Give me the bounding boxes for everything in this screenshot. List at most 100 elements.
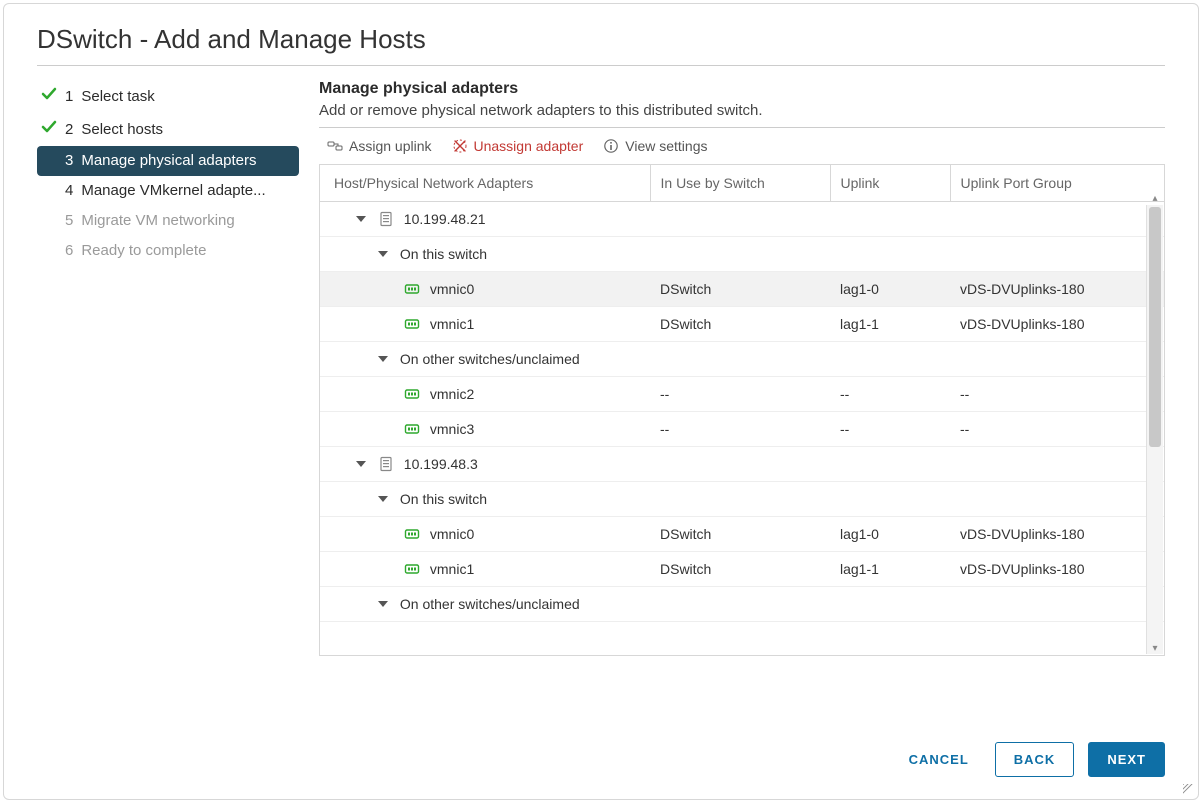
cell-uplink: lag1-1 [830, 307, 950, 342]
adapter-name: vmnic3 [430, 421, 474, 437]
group-label: On other switches/unclaimed [400, 351, 580, 367]
cell-in-use: DSwitch [650, 517, 830, 552]
wizard-step-index: 1 [65, 88, 73, 106]
expand-toggle-icon[interactable] [378, 601, 388, 607]
cell-uplink: lag1-1 [830, 552, 950, 587]
col-header-port-group[interactable]: Uplink Port Group [950, 165, 1164, 202]
assign-uplink-button[interactable]: Assign uplink [327, 138, 432, 154]
table-toolbar: Assign uplink Unassign adapter View sett… [319, 128, 1165, 164]
next-button[interactable]: NEXT [1088, 742, 1165, 777]
info-icon [603, 138, 619, 154]
adapter-name: vmnic2 [430, 386, 474, 402]
scroll-down-icon[interactable]: ▾ [1147, 641, 1163, 655]
expand-toggle-icon[interactable] [378, 251, 388, 257]
expand-toggle-icon[interactable] [356, 216, 366, 222]
col-header-uplink[interactable]: Uplink [830, 165, 950, 202]
check-icon [41, 86, 57, 107]
cancel-button[interactable]: CANCEL [897, 742, 981, 777]
wizard-step-migrate-vm-networking: 5 Migrate VM networking [37, 206, 299, 236]
adapter-name: vmnic0 [430, 281, 474, 297]
dialog-title: DSwitch - Add and Manage Hosts [37, 24, 1165, 66]
group-row-on-other[interactable]: On other switches/unclaimed [320, 587, 1164, 622]
host-icon [378, 456, 394, 472]
nic-icon [404, 281, 420, 297]
main-heading: Manage physical adapters [319, 80, 1165, 98]
expand-toggle-icon[interactable] [378, 356, 388, 362]
nic-icon [404, 561, 420, 577]
wizard-step-select-task[interactable]: 1 Select task [37, 80, 299, 113]
resize-handle[interactable] [1180, 781, 1194, 795]
cell-port-group: vDS-DVUplinks-180 [950, 552, 1164, 587]
cell-port-group: -- [950, 412, 1164, 447]
adapter-name: vmnic1 [430, 316, 474, 332]
host-row[interactable]: 10.199.48.3 [320, 447, 1164, 482]
wizard-step-ready-to-complete: 6 Ready to complete [37, 236, 299, 266]
wizard-step-manage-vmkernel[interactable]: 4 Manage VMkernel adapte... [37, 176, 299, 206]
adapter-name: vmnic1 [430, 561, 474, 577]
host-icon [378, 211, 394, 227]
assign-uplink-icon [327, 138, 343, 154]
expand-toggle-icon[interactable] [378, 496, 388, 502]
cell-uplink: -- [830, 377, 950, 412]
cell-in-use: DSwitch [650, 307, 830, 342]
wizard-step-label: Select task [81, 88, 154, 106]
cell-port-group: vDS-DVUplinks-180 [950, 272, 1164, 307]
cell-in-use: DSwitch [650, 552, 830, 587]
scrollbar-track[interactable]: ▴ ▾ [1146, 205, 1163, 654]
unassign-adapter-button[interactable]: Unassign adapter [452, 138, 584, 154]
wizard-step-label: Select hosts [81, 121, 163, 139]
assign-uplink-label: Assign uplink [349, 138, 432, 154]
wizard-step-index: 3 [65, 152, 73, 170]
group-row-on-other[interactable]: On other switches/unclaimed [320, 342, 1164, 377]
wizard-step-label: Migrate VM networking [81, 212, 234, 230]
wizard-step-manage-physical-adapters[interactable]: 3 Manage physical adapters [37, 146, 299, 176]
cell-port-group: vDS-DVUplinks-180 [950, 517, 1164, 552]
group-label: On other switches/unclaimed [400, 596, 580, 612]
wizard-step-select-hosts[interactable]: 2 Select hosts [37, 113, 299, 146]
unassign-adapter-label: Unassign adapter [474, 138, 584, 154]
wizard-step-index: 6 [65, 242, 73, 260]
wizard-step-label: Ready to complete [81, 242, 206, 260]
nic-icon [404, 316, 420, 332]
nic-icon [404, 526, 420, 542]
adapter-row[interactable]: vmnic1 DSwitch lag1-1 vDS-DVUplinks-180 [320, 552, 1164, 587]
adapter-row[interactable]: vmnic3 -- -- -- [320, 412, 1164, 447]
main-panel: Manage physical adapters Add or remove p… [319, 76, 1165, 656]
group-row-on-this-switch[interactable]: On this switch [320, 237, 1164, 272]
adapter-row[interactable]: vmnic1 DSwitch lag1-1 vDS-DVUplinks-180 [320, 307, 1164, 342]
unassign-adapter-icon [452, 138, 468, 154]
group-label: On this switch [400, 491, 487, 507]
wizard-step-label: Manage physical adapters [81, 152, 256, 170]
dialog-footer: CANCEL BACK NEXT [897, 742, 1165, 777]
adapters-table-container: Host/Physical Network Adapters In Use by… [319, 164, 1165, 656]
cell-in-use: DSwitch [650, 272, 830, 307]
table-header-row: Host/Physical Network Adapters In Use by… [320, 165, 1164, 202]
back-button[interactable]: BACK [995, 742, 1075, 777]
host-ip: 10.199.48.3 [404, 456, 478, 472]
content-row: 1 Select task 2 Select hosts 3 Manage ph… [37, 76, 1165, 656]
wizard-step-index: 4 [65, 182, 73, 200]
cell-uplink: lag1-0 [830, 517, 950, 552]
adapter-row[interactable]: vmnic2 -- -- -- [320, 377, 1164, 412]
wizard-steps: 1 Select task 2 Select hosts 3 Manage ph… [37, 76, 299, 656]
scroll-up-icon[interactable]: ▴ [1147, 191, 1163, 205]
check-icon [41, 119, 57, 140]
col-header-in-use[interactable]: In Use by Switch [650, 165, 830, 202]
view-settings-button[interactable]: View settings [603, 138, 707, 154]
nic-icon [404, 386, 420, 402]
scrollbar-thumb[interactable] [1149, 207, 1161, 447]
adapter-row[interactable]: vmnic0 DSwitch lag1-0 vDS-DVUplinks-180 [320, 517, 1164, 552]
cell-uplink: -- [830, 412, 950, 447]
nic-icon [404, 421, 420, 437]
expand-toggle-icon[interactable] [356, 461, 366, 467]
main-subtitle: Add or remove physical network adapters … [319, 102, 1165, 119]
adapter-row[interactable]: vmnic0 DSwitch lag1-0 vDS-DVUplinks-180 [320, 272, 1164, 307]
cell-uplink: lag1-0 [830, 272, 950, 307]
host-row[interactable]: 10.199.48.21 [320, 202, 1164, 237]
host-ip: 10.199.48.21 [404, 211, 486, 227]
col-header-adapters[interactable]: Host/Physical Network Adapters [320, 165, 650, 202]
cell-in-use: -- [650, 377, 830, 412]
wizard-step-index: 5 [65, 212, 73, 230]
group-row-on-this-switch[interactable]: On this switch [320, 482, 1164, 517]
cell-in-use: -- [650, 412, 830, 447]
